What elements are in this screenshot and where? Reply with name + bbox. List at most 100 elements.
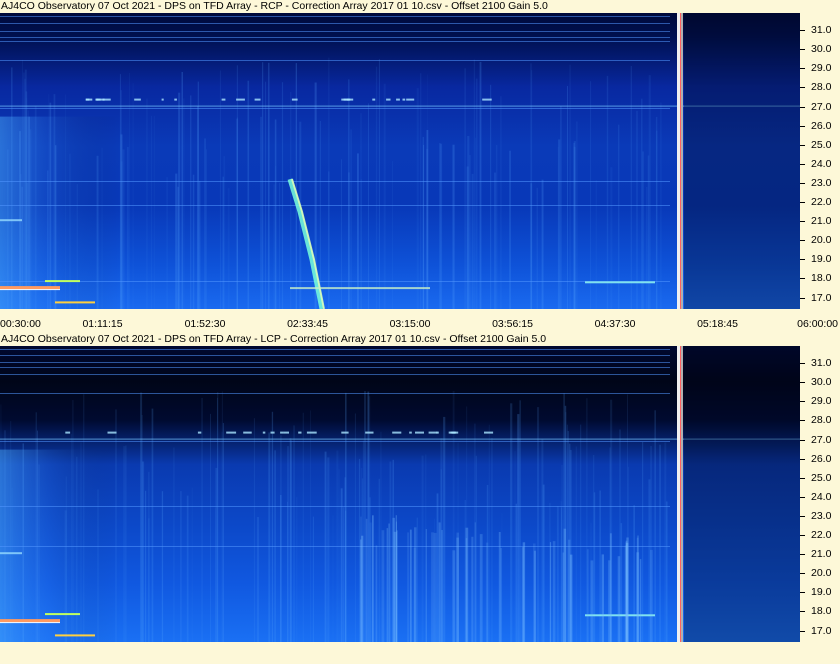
burst-stripe (601, 554, 604, 642)
vertical-streak (273, 184, 275, 309)
vertical-streak (38, 464, 40, 642)
y-tick: 25.0 (800, 139, 840, 151)
y-tick-label: 22.0 (811, 529, 832, 542)
vertical-streak (268, 109, 270, 309)
vertical-streak (556, 506, 559, 642)
y-tick-mark (800, 382, 805, 384)
vertical-streak (227, 188, 230, 309)
vertical-streak (327, 457, 330, 642)
vertical-streak (659, 444, 661, 642)
burst-stripe (636, 537, 639, 642)
vertical-streak (655, 116, 658, 309)
vertical-streak (222, 423, 224, 642)
y-tick-mark (800, 68, 805, 70)
vertical-streak (201, 397, 203, 642)
vertical-streak (580, 424, 582, 642)
y-tick-mark (800, 515, 805, 517)
vertical-streak (101, 147, 103, 309)
burst-stripe (552, 541, 556, 642)
vertical-streak (265, 81, 267, 309)
burst-stripe (365, 518, 368, 642)
vertical-streak (145, 490, 147, 642)
y-tick-mark (800, 420, 805, 422)
vertical-streak (495, 145, 498, 309)
signal-dash (262, 431, 266, 434)
y-tick-mark (800, 496, 805, 498)
vertical-streak (491, 437, 493, 642)
y-tick-mark (800, 144, 805, 146)
vertical-streak (11, 67, 13, 309)
signal-dash (95, 98, 99, 101)
vertical-streak (65, 94, 67, 309)
vertical-streak (319, 121, 321, 309)
vertical-streak (27, 110, 29, 309)
lcp-panel-title: AJ4CO Observatory 07 Oct 2021 - DPS on T… (0, 333, 840, 346)
vertical-streak (380, 431, 382, 642)
y-tick-label: 18.0 (811, 605, 832, 618)
vertical-streak (416, 88, 419, 309)
lcp-spectrogram-canvas (0, 346, 800, 642)
vertical-streak (30, 129, 32, 309)
y-tick-mark (800, 297, 805, 299)
y-tick-label: 27.0 (811, 433, 832, 446)
y-tick: 21.0 (800, 215, 840, 227)
vertical-streak (517, 414, 520, 642)
lcp-frequency-axis: 31.0 30.0 29.0 28.0 27.0 26.0 25.0 24.0 23.0 22.0… (800, 346, 840, 642)
vertical-streak (260, 116, 262, 309)
y-tick-mark (800, 477, 805, 479)
y-tick-label: 20.0 (811, 567, 832, 580)
vertical-streak (426, 74, 428, 309)
interference-line (0, 393, 670, 394)
vertical-streak (367, 391, 370, 642)
vertical-streak (122, 149, 125, 309)
burst-stripe (360, 539, 362, 642)
vertical-streak (530, 63, 533, 309)
vertical-streak (642, 151, 644, 309)
vertical-streak (148, 518, 150, 642)
y-tick-label: 20.0 (811, 234, 832, 247)
vertical-streak (566, 424, 568, 642)
vertical-streak (358, 458, 361, 642)
interference-line (0, 16, 670, 17)
y-tick: 25.0 (800, 472, 840, 484)
y-tick: 20.0 (800, 234, 840, 246)
y-tick: 29.0 (800, 395, 840, 407)
vertical-streak (65, 476, 67, 642)
vertical-streak (368, 103, 369, 309)
y-tick: 31.0 (800, 24, 840, 36)
vertical-streak (633, 505, 635, 642)
signal-dash (243, 431, 252, 434)
vertical-streak (593, 492, 596, 642)
vertical-streak (96, 155, 99, 309)
y-tick-label: 18.0 (811, 272, 832, 285)
vertical-streak (575, 446, 578, 642)
burst-stripe (456, 532, 459, 642)
y-tick: 22.0 (800, 196, 840, 208)
vertical-streak (141, 461, 145, 642)
y-tick-mark (800, 630, 805, 632)
signal-dash (386, 98, 391, 101)
vertical-streak (22, 59, 23, 309)
y-tick-label: 30.0 (811, 43, 832, 56)
vertical-streak (342, 507, 344, 642)
vertical-streak (7, 149, 9, 309)
vertical-streak (253, 418, 255, 642)
y-tick-label: 24.0 (811, 157, 832, 170)
y-tick-label: 24.0 (811, 490, 832, 503)
vertical-streak (560, 106, 562, 309)
vertical-streak (186, 495, 189, 642)
y-tick-mark (800, 87, 805, 89)
y-tick: 23.0 (800, 510, 840, 522)
y-tick: 20.0 (800, 567, 840, 579)
vertical-streak (132, 83, 134, 309)
vertical-streak (354, 413, 356, 642)
y-tick-label: 22.0 (811, 196, 832, 209)
burst-stripe (568, 539, 571, 642)
y-tick: 30.0 (800, 43, 840, 55)
y-tick-mark (800, 259, 805, 261)
burst-stripe (407, 532, 409, 642)
x-tick-label: 03:15:00 (389, 318, 431, 330)
vertical-streak (22, 443, 24, 642)
signal-dash (298, 431, 302, 434)
interference-line (0, 362, 670, 363)
